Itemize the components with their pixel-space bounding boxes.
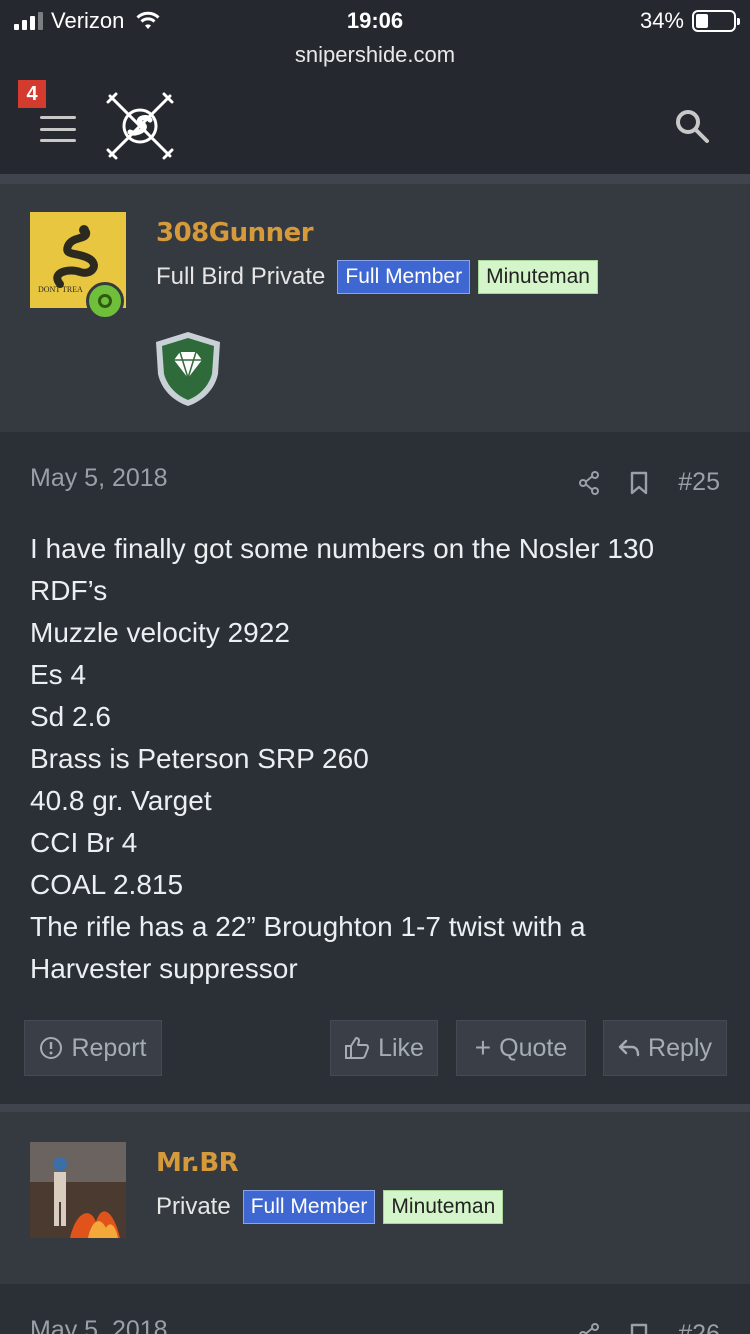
battery-icon: [692, 10, 740, 32]
bookmark-icon[interactable]: [630, 1323, 648, 1334]
post-date[interactable]: May 5, 2018: [30, 1316, 168, 1334]
post-body: May 5, 2018 #26: [0, 1284, 750, 1334]
group-badge: Minuteman: [383, 1190, 504, 1224]
post-line: I have finally got some numbers on the N…: [30, 533, 655, 564]
notification-badge[interactable]: 4: [18, 80, 46, 108]
post-line: Sd 2.6: [30, 701, 111, 732]
search-icon[interactable]: [674, 108, 710, 144]
post-content: I have finally got some numbers on the N…: [30, 528, 730, 990]
diamond-shield-icon: [156, 332, 220, 406]
photo-avatar-icon: [30, 1142, 126, 1238]
hamburger-icon[interactable]: [40, 116, 76, 142]
post-line: CCI Br 4: [30, 827, 138, 858]
status-right: 34%: [639, 8, 740, 34]
clock: 19:06: [346, 8, 404, 33]
post-line: COAL 2.815: [30, 869, 184, 900]
online-status-icon: [86, 282, 124, 320]
url-bar[interactable]: snipershide.com: [0, 42, 750, 68]
post-author-block: DONT TREA 308Gunner Full Bird Private Fu…: [0, 184, 750, 432]
like-button[interactable]: Like: [330, 1020, 438, 1076]
divider: [0, 174, 750, 184]
username[interactable]: 308Gunner: [156, 218, 314, 248]
bookmark-icon[interactable]: [630, 471, 648, 495]
group-badge: Minuteman: [478, 260, 598, 294]
top-nav: 4: [0, 78, 750, 174]
post-line: 40.8 gr. Varget: [30, 785, 212, 816]
post-date[interactable]: May 5, 2018: [30, 464, 168, 493]
post-line: Es 4: [30, 659, 87, 690]
status-bar: Verizon 19:06 snipershide.com 34%: [0, 0, 750, 78]
reply-label: Reply: [648, 1033, 712, 1062]
alert-circle-icon: [40, 1037, 63, 1059]
report-label: Report: [71, 1033, 147, 1062]
post-number[interactable]: #25: [678, 468, 720, 497]
member-badge: Full Member: [337, 260, 471, 294]
like-label: Like: [378, 1033, 424, 1062]
post-author-block: Mr.BR Private Full Member Minuteman: [0, 1112, 750, 1284]
report-button[interactable]: Report: [24, 1020, 162, 1076]
battery-percent: 34%: [639, 8, 684, 33]
user-rank: Full Bird Private: [156, 263, 326, 290]
post-number[interactable]: #26: [678, 1320, 720, 1334]
post-divider: [0, 1104, 750, 1112]
reply-button[interactable]: Reply: [603, 1020, 727, 1076]
member-badge: Full Member: [242, 1190, 376, 1224]
post-line: Harvester suppressor: [30, 953, 298, 984]
post-body: May 5, 2018 #25 I have finally got some …: [0, 432, 750, 1104]
post-meta-actions: #26: [578, 1320, 720, 1334]
username[interactable]: Mr.BR: [156, 1148, 239, 1178]
user-rank: Private: [156, 1193, 231, 1220]
plus-icon: +: [474, 1032, 492, 1063]
post-meta-actions: #25: [578, 468, 720, 497]
share-icon[interactable]: [578, 1322, 600, 1334]
svg-text:DONT TREA: DONT TREA: [38, 285, 83, 294]
post-line: RDF’s: [30, 575, 108, 606]
user-title-row: Private Full Member Minuteman: [156, 1190, 504, 1224]
share-icon[interactable]: [578, 470, 600, 495]
sniper-logo-icon[interactable]: [106, 92, 174, 160]
thumbs-up-icon: [345, 1037, 370, 1059]
reply-arrow-icon: [618, 1039, 640, 1057]
quote-label: Quote: [499, 1033, 568, 1062]
user-title-row: Full Bird Private Full Member Minuteman: [156, 260, 598, 294]
post-line: Brass is Peterson SRP 260: [30, 743, 369, 774]
post-line: Muzzle velocity 2922: [30, 617, 290, 648]
avatar[interactable]: [30, 1142, 126, 1238]
quote-button[interactable]: + Quote: [456, 1020, 586, 1076]
avatar[interactable]: DONT TREA: [30, 212, 126, 320]
post-line: The rifle has a 22” Broughton 1-7 twist …: [30, 911, 586, 942]
